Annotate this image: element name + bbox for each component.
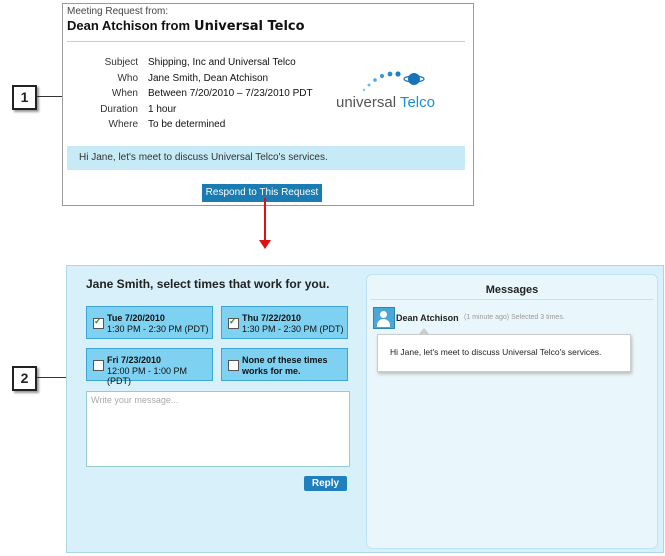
none-label-line2: works for me. (242, 366, 301, 376)
detail-value: Jane Smith, Dean Atchison (148, 72, 269, 84)
slot-time: 1:30 PM - 2:30 PM (PDT) (242, 324, 344, 334)
message-input[interactable]: Write your message... (86, 391, 350, 467)
meeting-details: Subject Shipping, Inc and Universal Telco… (81, 57, 313, 135)
detail-key: Duration (100, 103, 138, 115)
flow-arrow (264, 198, 266, 243)
detail-value: To be determined (148, 119, 226, 130)
messages-title: Messages (485, 284, 539, 296)
slot-date: Tue 7/20/2010 (107, 313, 165, 323)
detail-key: Where (108, 119, 138, 130)
message-author[interactable]: Dean Atchison (396, 313, 459, 323)
logo-word-telco: Telco (399, 94, 435, 111)
detail-key: Subject (104, 57, 138, 68)
reply-button[interactable]: Reply (304, 476, 347, 491)
none-of-these-option[interactable]: None of these times works for me. (221, 348, 348, 381)
time-slot[interactable]: Thu 7/22/2010 1:30 PM - 2:30 PM (PDT) (221, 306, 348, 339)
avatar-icon (373, 307, 395, 329)
logo-word-universal: universal (336, 94, 397, 111)
message-bubble: Hi Jane, let's meet to discuss Universal… (377, 328, 631, 372)
slot-date: Thu 7/22/2010 (242, 313, 302, 323)
none-label-line1: None of these times (242, 355, 328, 365)
from-label: Meeting Request from: (67, 6, 169, 17)
slot-checkbox[interactable] (93, 360, 104, 371)
detail-key: Who (117, 72, 138, 84)
detail-row-when: When Between 7/20/2010 – 7/23/2010 PDT (81, 88, 313, 104)
logo-wordmark: universal Telco (336, 94, 435, 111)
email-message: Hi Jane, let's meet to discuss Universal… (67, 146, 465, 170)
slot-checkbox[interactable] (228, 360, 239, 371)
slot-checkbox[interactable] (93, 316, 104, 329)
sender-company: Universal Telco (194, 19, 305, 34)
detail-row-duration: Duration 1 hour (81, 104, 313, 120)
detail-value: Shipping, Inc and Universal Telco (148, 57, 296, 68)
slot-time: 1:30 PM - 2:30 PM (PDT) (107, 324, 209, 334)
detail-row-who: Who Jane Smith, Dean Atchison (81, 73, 313, 89)
slot-checkbox[interactable] (228, 316, 239, 329)
slot-time: 12:00 PM - 1:00 PM (PDT) (107, 366, 188, 386)
callout-2: 2 (12, 366, 37, 391)
logo-dots-icon (362, 71, 425, 92)
detail-value: 1 hour (148, 103, 177, 115)
messages-divider (370, 299, 654, 300)
detail-value: Between 7/20/2010 – 7/23/2010 PDT (148, 88, 313, 99)
scheduler-title: Jane Smith, select times that work for y… (86, 277, 330, 291)
sender-name: Dean Atchison from Universal Telco (67, 18, 305, 34)
detail-row-where: Where To be determined (81, 119, 313, 135)
universal-telco-logo: universal Telco (336, 66, 446, 116)
time-slot[interactable]: Fri 7/23/2010 12:00 PM - 1:00 PM (PDT) (86, 348, 213, 386)
message-meta: (1 minute ago) Selected 3 times. (464, 314, 565, 321)
header-divider (67, 41, 465, 42)
detail-row-subject: Subject Shipping, Inc and Universal Telco (81, 57, 313, 73)
time-slot[interactable]: Tue 7/20/2010 1:30 PM - 2:30 PM (PDT) (86, 306, 213, 339)
sender-name-text: Dean Atchison from (67, 18, 191, 33)
slot-date: Fri 7/23/2010 (107, 355, 162, 365)
meeting-request-email: Meeting Request from: Dean Atchison from… (62, 3, 474, 206)
callout-1: 1 (12, 85, 37, 110)
detail-key: When (111, 88, 138, 99)
respond-button[interactable]: Respond to This Request (202, 184, 322, 202)
arrow-down-icon (259, 240, 271, 249)
